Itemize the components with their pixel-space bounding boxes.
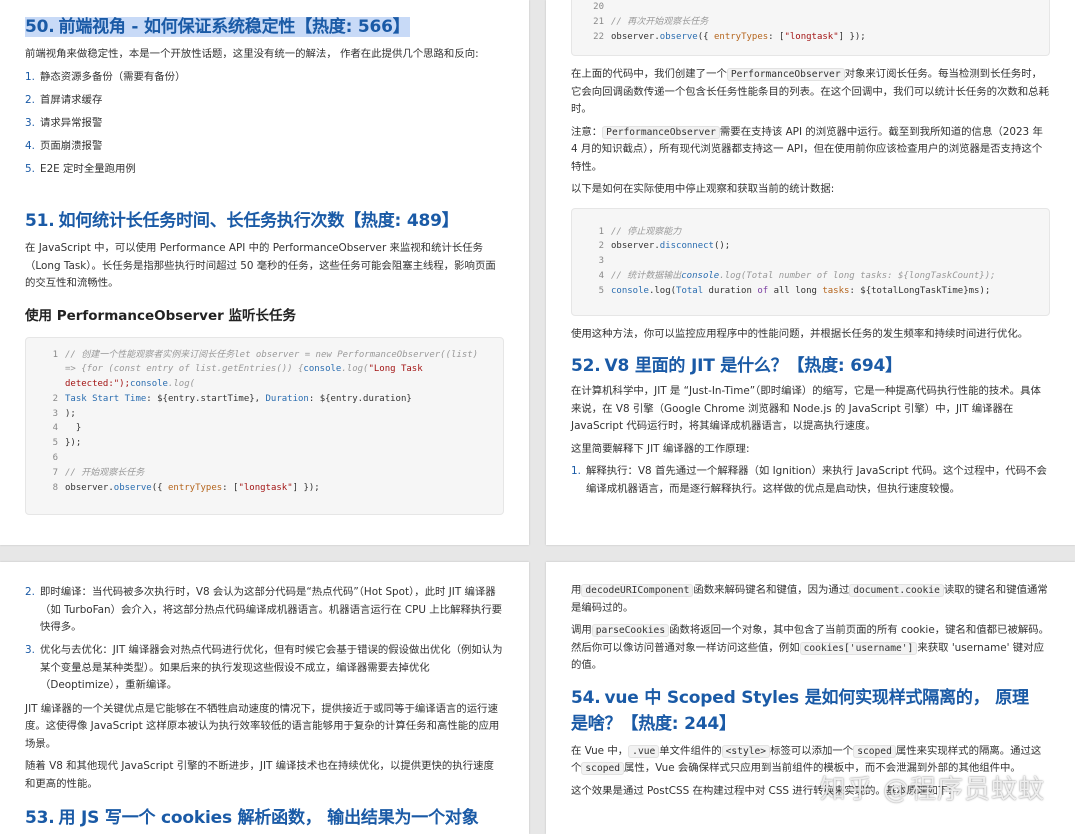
q51-intro: 在 JavaScript 中，可以使用 Performance API 中的 P… [25,242,496,289]
list-item: 2. 即时编译：当代码被多次执行时，V8 会认为这部分代码是“热点代码”（Hot … [25,586,503,633]
q53-heading: 53. 用 JS 写一个 cookies 解析函数， 输出结果为一个对象 [25,808,479,828]
list-item: 1. 静态资源多备份（需要有备份） [25,70,186,83]
list-item: 2. 首屏请求缓存 [25,93,103,106]
p2-para-3: 以下是如何在实际使用中停止观察和获取当前的统计数据: [571,183,835,195]
q52-para-2: 这里简要解释下 JIT 编译器的工作原理: [571,442,750,455]
list-item: 5. E2E 定时全量跑用例 [25,162,136,175]
page-2: 20 21// 再次开始观察长任务 22 observer.observe({ e… [546,0,1075,545]
q52-heading: 52. V8 里面的 JIT 是什么？【热度: 694】 [571,356,902,376]
list-item: 1. 解释执行：V8 首先通过一个解释器（如 Ignition）来执行 JavaS… [571,465,1047,495]
q52-intro: 在计算机科学中，JIT 是 “Just-In-Time”（即时编译）的缩写，它是… [571,385,1041,432]
p4-para-2: 调用 parseCookies 函数将返回一个对象，其中包含了当前页面的所有 coo… [571,624,1050,671]
p3-para-1: JIT 编译器的一个关键优点是它能够在不牺牲启动速度的情况下，提供接近于或同等于… [25,702,500,750]
p2-para-1: 在上面的代码中，我们创建了一个 PerformanceObserver 对象来订阅长… [571,68,1049,115]
q50-intro: 前端视角来做稳定性，本是一个开放性话题，这里没有统一的解法， 作者在此提供几个思… [25,48,479,60]
p4-para-1: 用 decodeURIComponent 函数来解码键名和键值，因为通过 docume… [571,584,1048,614]
code-block-1: 1// 创建一个性能观察者实例来订阅长任务let observer = new … [25,336,504,515]
q52-list: 1. 解释执行：V8 首先通过一个解释器（如 Ignition）来执行 JavaS… [571,463,1050,498]
q50-heading: 50. 前端视角 - 如何保证系统稳定性【热度: 566】 [25,17,410,37]
code-block-top: 20 21// 再次开始观察长任务 22 observer.observe({ e… [571,0,1050,56]
p2-para-2: 注意： PerformanceObserver 需要在支持该 API 的浏览器中运行… [571,125,1043,173]
q52-list-continued: 2. 即时编译：当代码被多次执行时，V8 会认为这部分代码是“热点代码”（Hot … [25,584,504,695]
p3-para-2: 随着 V8 和其他现代 JavaScript 引擎的不断进步，JIT 编译技术也… [25,760,494,790]
page-3: 2. 即时编译：当代码被多次执行时，V8 会认为这部分代码是“热点代码”（Hot … [0,562,529,834]
watermark: 知乎 @程序员蚊蚊 [819,775,1045,805]
q51-heading: 51. 如何统计长任务时间、长任务执行次数【热度: 489】 [25,211,459,231]
q51-subheading: 使用 PerformanceObserver 监听长任务 [25,307,296,324]
list-item: 3. 请求异常报警 [25,116,103,129]
page-1: 50. 前端视角 - 如何保证系统稳定性【热度: 566】 前端视角来做稳定性，本… [0,0,529,545]
code-block-2: 1// 停止观察能力 2 observer.disconnect(); 3 4//… [571,207,1050,316]
q54-heading: 54. vue 中 Scoped Styles 是如何实现样式隔离的， 原理是啥？… [571,687,1029,734]
q50-list: 1. 静态资源多备份（需要有备份） 2. 首屏请求缓存 3. 请求异常报警 4. 页面崩… [25,69,504,179]
list-item: 4. 页面崩溃报警 [25,139,103,152]
list-item: 3. 优化与去优化：JIT 编译器会对热点代码进行优化，但有时候它会基于错误的假设… [25,644,503,691]
p2-para-4: 使用这种方法，你可以监控应用程序中的性能问题，并根据长任务的发生频率和持续时间进… [571,327,1029,340]
